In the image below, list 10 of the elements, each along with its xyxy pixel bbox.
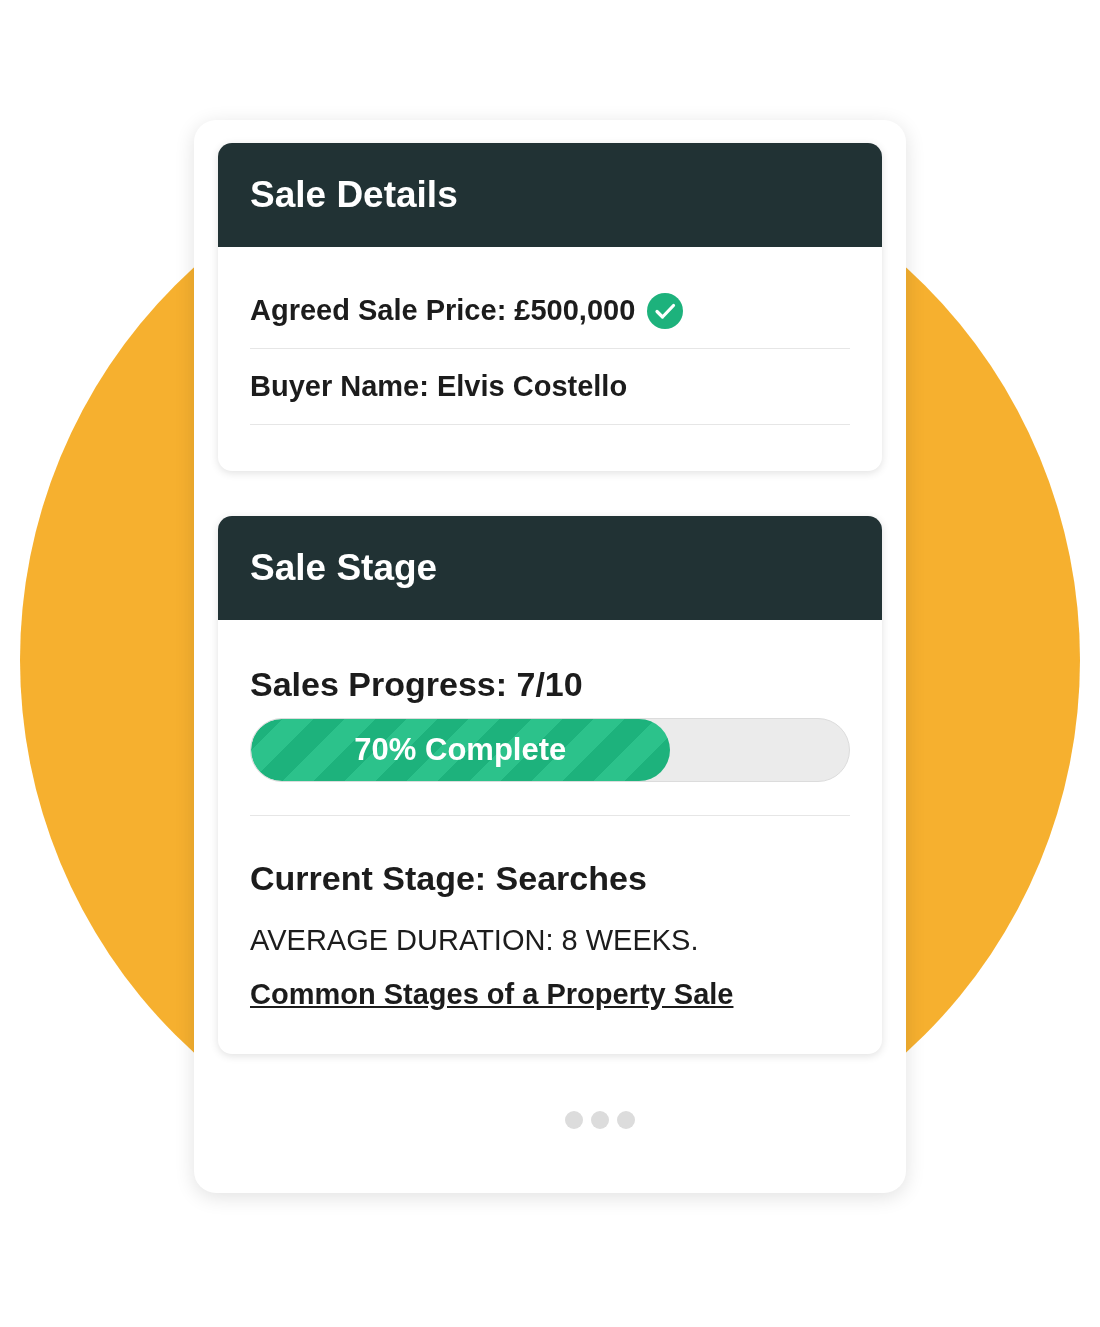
stage-text: Current Stage: Searches [250, 858, 648, 899]
pagination-dots-icon [564, 1110, 636, 1130]
card-title: Sale Details [250, 173, 458, 218]
stages-link[interactable]: Common Stages of a Property Sale [250, 974, 734, 1014]
detail-text: Buyer Name: Elvis Costello [250, 368, 628, 404]
progress-text: 70% Complete [354, 730, 567, 769]
progress-label: Sales Progress: 7/10 [250, 664, 584, 705]
card-title: Sale Stage [250, 546, 438, 591]
duration-text: AVERAGE DURATION: 8 WEEKS. [250, 923, 700, 958]
detail-text: Agreed Sale Price: £500,000 [250, 292, 636, 328]
